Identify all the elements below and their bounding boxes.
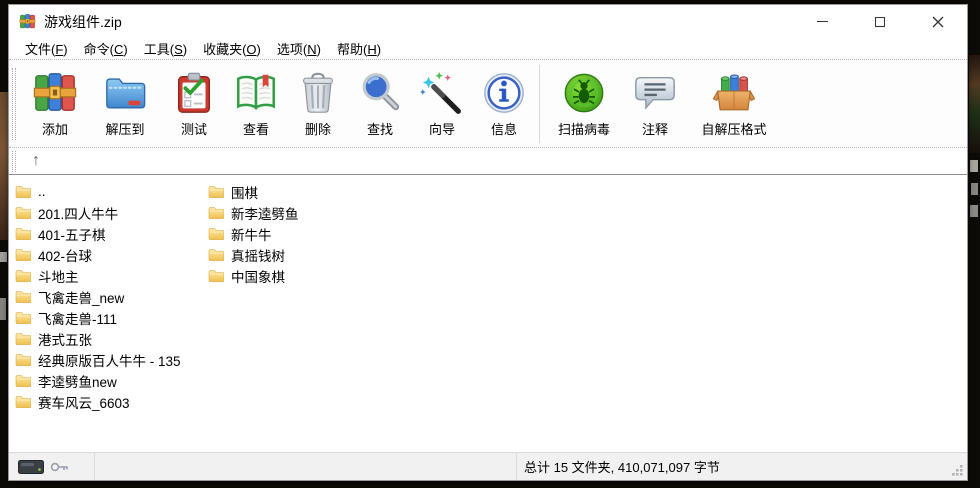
window-title: 游戏组件.zip <box>44 12 122 32</box>
statusbar-icons <box>9 453 95 480</box>
comment-button[interactable]: 注释 <box>626 65 684 143</box>
extract-to-icon <box>102 70 148 116</box>
test-button[interactable]: 测试 <box>165 65 223 143</box>
desktop-fragment <box>969 55 980 153</box>
menubar: 文件(F) 命令(C) 工具(S) 收藏夹(O) 选项(N) 帮助(H) <box>9 38 967 59</box>
folder-icon <box>15 374 31 388</box>
close-button[interactable] <box>909 5 967 38</box>
comment-icon <box>632 70 678 116</box>
list-item[interactable]: 斗地主 <box>15 265 181 286</box>
desktop-fragment <box>0 252 7 262</box>
drive-icon[interactable] <box>18 460 44 474</box>
folder-icon <box>15 185 31 199</box>
folder-icon <box>15 311 31 325</box>
list-item-parent-dir[interactable]: .. <box>15 181 181 202</box>
toolbar: 添加 解压到 测试 查看 删除 查找 <box>9 59 967 147</box>
folder-icon <box>15 248 31 262</box>
toolbar-gripper[interactable] <box>12 68 16 140</box>
folder-icon <box>208 269 224 283</box>
minimize-icon <box>817 21 828 22</box>
add-button[interactable]: 添加 <box>25 65 85 143</box>
resize-grip[interactable] <box>951 464 964 477</box>
key-icon[interactable] <box>50 461 70 473</box>
close-icon <box>932 16 944 28</box>
up-arrow-icon: ↑ <box>32 152 40 170</box>
list-item[interactable]: 新李逵劈鱼 <box>208 202 299 223</box>
list-item[interactable]: 201.四人牛牛 <box>15 202 181 223</box>
list-item[interactable]: 围棋 <box>208 181 299 202</box>
statusbar-middle-panel <box>95 453 517 480</box>
folder-icon <box>15 290 31 304</box>
toolbar-separator <box>539 65 540 143</box>
file-list[interactable]: .. 201.四人牛牛 401-五子棋 402-台球 斗地主 飞禽走兽_new … <box>9 174 967 452</box>
find-icon <box>357 70 403 116</box>
desktop-fragment <box>970 205 978 217</box>
extract-to-button[interactable]: 解压到 <box>89 65 161 143</box>
desktop: 游戏组件.zip 文件(F) 命令(C) 工具(S) 收藏夹(O) 选项(N) … <box>0 0 980 488</box>
info-button[interactable]: 信息 <box>475 65 533 143</box>
add-archive-icon <box>32 70 78 116</box>
list-item[interactable]: 港式五张 <box>15 328 181 349</box>
menu-commands[interactable]: 命令(C) <box>76 37 136 60</box>
file-list-column-2: 围棋 新李逵劈鱼 新牛牛 真摇钱树 中国象棋 <box>208 181 299 286</box>
menu-favorites[interactable]: 收藏夹(O) <box>195 37 269 60</box>
maximize-icon <box>875 17 885 27</box>
menu-file[interactable]: 文件(F) <box>17 37 76 60</box>
list-item[interactable]: 真摇钱树 <box>208 244 299 265</box>
titlebar[interactable]: 游戏组件.zip <box>9 5 967 38</box>
addressbar-right-gripper[interactable] <box>12 151 16 172</box>
menu-options[interactable]: 选项(N) <box>269 37 329 60</box>
list-item[interactable]: 李逵劈鱼new <box>15 370 181 391</box>
file-list-column-1: .. 201.四人牛牛 401-五子棋 402-台球 斗地主 飞禽走兽_new … <box>15 181 181 412</box>
desktop-fragment <box>970 160 978 172</box>
list-item[interactable]: 赛车风云_6603 <box>15 391 181 412</box>
list-item[interactable]: 401-五子棋 <box>15 223 181 244</box>
desktop-fragment <box>971 183 978 195</box>
menu-tools[interactable]: 工具(S) <box>136 37 195 60</box>
folder-icon <box>15 269 31 283</box>
desktop-fragment <box>0 298 6 320</box>
test-archive-icon <box>171 70 217 116</box>
minimize-button[interactable] <box>793 5 851 38</box>
folder-icon <box>208 185 224 199</box>
virus-scan-button[interactable]: 扫描病毒 <box>546 65 622 143</box>
folder-icon <box>15 353 31 367</box>
folder-icon <box>15 227 31 241</box>
menu-help[interactable]: 帮助(H) <box>329 37 389 60</box>
address-bar: ↑ <box>9 147 967 174</box>
wizard-button[interactable]: 向导 <box>413 65 471 143</box>
folder-icon <box>208 248 224 262</box>
delete-icon <box>295 70 341 116</box>
winrar-window: 游戏组件.zip 文件(F) 命令(C) 工具(S) 收藏夹(O) 选项(N) … <box>8 4 968 481</box>
virus-scan-icon <box>561 70 607 116</box>
archive-path-field[interactable] <box>49 150 967 172</box>
winrar-app-icon <box>19 13 36 30</box>
folder-icon <box>15 206 31 220</box>
up-directory-button[interactable]: ↑ <box>23 150 49 172</box>
sfx-icon <box>711 70 757 116</box>
folder-icon <box>15 332 31 346</box>
view-button[interactable]: 查看 <box>227 65 285 143</box>
folder-icon <box>15 395 31 409</box>
status-bar: 总计 15 文件夹, 410,071,097 字节 <box>9 452 967 480</box>
sfx-button[interactable]: 自解压格式 <box>688 65 780 143</box>
list-item[interactable]: 402-台球 <box>15 244 181 265</box>
folder-icon <box>208 206 224 220</box>
list-item[interactable]: 经典原版百人牛牛 - 135 <box>15 349 181 370</box>
statusbar-summary: 总计 15 文件夹, 410,071,097 字节 <box>517 453 967 480</box>
maximize-button[interactable] <box>851 5 909 38</box>
info-icon <box>481 70 527 116</box>
list-item[interactable]: 新牛牛 <box>208 223 299 244</box>
find-button[interactable]: 查找 <box>351 65 409 143</box>
folder-icon <box>208 227 224 241</box>
list-item[interactable]: 中国象棋 <box>208 265 299 286</box>
wizard-icon <box>419 70 465 116</box>
list-item[interactable]: 飞禽走兽-111 <box>15 307 181 328</box>
list-item[interactable]: 飞禽走兽_new <box>15 286 181 307</box>
desktop-fragment <box>0 92 8 240</box>
delete-button[interactable]: 删除 <box>289 65 347 143</box>
view-file-icon <box>233 70 279 116</box>
